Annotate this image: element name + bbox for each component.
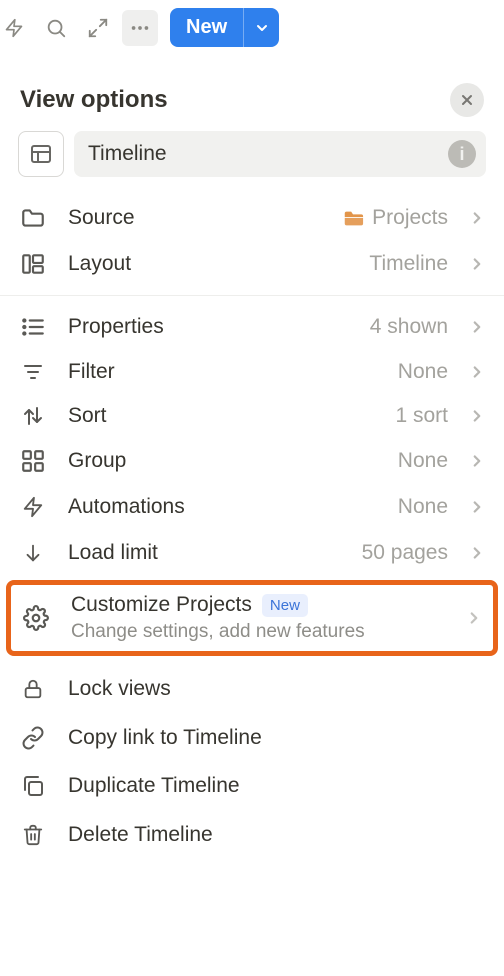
filter-value: None — [398, 360, 448, 384]
chevron-right-icon — [468, 498, 486, 516]
group-icon — [18, 448, 48, 474]
load-limit-label: Load limit — [68, 541, 342, 565]
chevron-right-icon — [468, 255, 486, 273]
source-label: Source — [68, 206, 322, 230]
lock-views-row[interactable]: Lock views — [0, 664, 504, 714]
sort-icon — [18, 404, 48, 428]
view-name-input[interactable]: Timeline i — [74, 131, 486, 177]
source-value: Projects — [342, 206, 448, 230]
more-icon[interactable] — [122, 10, 158, 46]
lightning-icon[interactable] — [0, 10, 32, 46]
copy-icon — [18, 774, 48, 798]
folder-orange-icon — [342, 207, 364, 229]
view-name-text: Timeline — [88, 142, 167, 166]
sort-label: Sort — [68, 404, 375, 428]
new-dropdown[interactable] — [243, 8, 279, 47]
customize-subtitle: Change settings, add new features — [71, 621, 445, 643]
load-limit-value: 50 pages — [362, 541, 448, 565]
delete-label: Delete Timeline — [68, 823, 213, 847]
arrow-down-icon — [18, 540, 48, 566]
chevron-right-icon — [465, 609, 483, 627]
view-options-panel: View options Timeline i Source Projects — [0, 57, 504, 860]
chevron-right-icon — [468, 209, 486, 227]
panel-title: View options — [20, 86, 168, 114]
filter-icon — [18, 360, 48, 384]
panel-header: View options — [0, 77, 504, 131]
group-row[interactable]: Group None — [0, 438, 504, 484]
filter-row[interactable]: Filter None — [0, 350, 504, 394]
search-icon[interactable] — [38, 10, 74, 46]
filter-label: Filter — [68, 360, 378, 384]
trash-icon — [18, 822, 48, 848]
lock-views-label: Lock views — [68, 677, 171, 701]
group-value: None — [398, 449, 448, 473]
toolbar: New — [0, 0, 504, 57]
customize-highlight: Customize Projects New Change settings, … — [6, 580, 498, 656]
chevron-right-icon — [468, 544, 486, 562]
info-icon[interactable]: i — [448, 140, 476, 168]
lock-icon — [18, 676, 48, 702]
link-icon — [18, 726, 48, 750]
automations-label: Automations — [68, 495, 378, 519]
properties-label: Properties — [68, 315, 350, 339]
customize-title: Customize Projects — [71, 593, 252, 617]
new-button[interactable]: New — [170, 8, 243, 47]
duplicate-label: Duplicate Timeline — [68, 774, 240, 798]
list-icon — [18, 314, 48, 340]
new-button-group: New — [170, 8, 279, 47]
layout-icon[interactable] — [18, 131, 64, 177]
expand-icon[interactable] — [80, 10, 116, 46]
layout-option-icon — [18, 251, 48, 277]
divider — [0, 295, 504, 296]
source-row[interactable]: Source Projects — [0, 195, 504, 241]
automations-row[interactable]: Automations None — [0, 484, 504, 530]
chevron-right-icon — [468, 363, 486, 381]
sort-row[interactable]: Sort 1 sort — [0, 394, 504, 438]
folder-icon — [18, 205, 48, 231]
copy-link-label: Copy link to Timeline — [68, 726, 262, 750]
group-label: Group — [68, 449, 378, 473]
properties-row[interactable]: Properties 4 shown — [0, 304, 504, 350]
layout-value: Timeline — [369, 252, 448, 276]
chevron-right-icon — [468, 452, 486, 470]
properties-value: 4 shown — [370, 315, 448, 339]
view-name-row: Timeline i — [0, 131, 504, 195]
new-badge: New — [262, 594, 308, 617]
lightning-icon — [18, 494, 48, 520]
gear-icon — [21, 605, 51, 631]
close-icon[interactable] — [450, 83, 484, 117]
customize-row[interactable]: Customize Projects New Change settings, … — [21, 593, 483, 643]
layout-row[interactable]: Layout Timeline — [0, 241, 504, 287]
automations-value: None — [398, 495, 448, 519]
sort-value: 1 sort — [395, 404, 448, 428]
duplicate-row[interactable]: Duplicate Timeline — [0, 762, 504, 810]
layout-label: Layout — [68, 252, 349, 276]
load-limit-row[interactable]: Load limit 50 pages — [0, 530, 504, 576]
chevron-right-icon — [468, 318, 486, 336]
chevron-right-icon — [468, 407, 486, 425]
delete-row[interactable]: Delete Timeline — [0, 810, 504, 860]
copy-link-row[interactable]: Copy link to Timeline — [0, 714, 504, 762]
